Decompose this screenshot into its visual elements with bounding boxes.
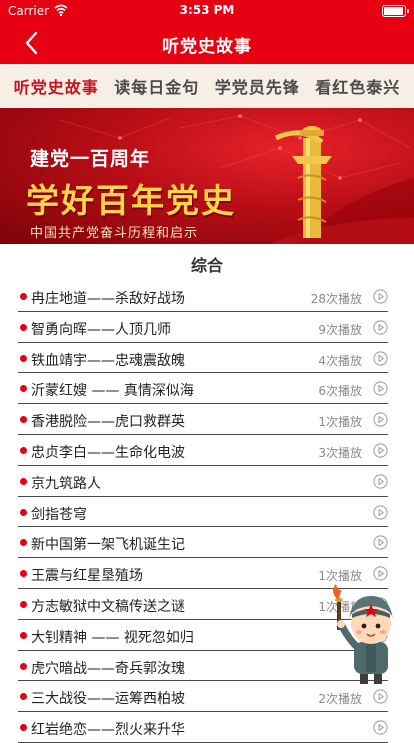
bullet-dot bbox=[20, 570, 27, 578]
play-count: 3次播放 bbox=[318, 445, 362, 460]
banner-caption: 中国共产党奋斗历程和启示 bbox=[30, 226, 199, 241]
category-tabs: 听党史故事 读每日金句 学党员先锋 看红色泰兴 bbox=[0, 64, 414, 108]
bullet-dot bbox=[20, 508, 27, 516]
tab-pioneers[interactable]: 学党员先锋 bbox=[213, 64, 302, 108]
play-circle-icon[interactable] bbox=[373, 566, 388, 581]
play-count: 28次播放 bbox=[310, 292, 362, 306]
play-count: 9次播放 bbox=[318, 322, 362, 337]
play-circle-icon[interactable] bbox=[373, 350, 388, 366]
play-circle-icon[interactable] bbox=[373, 689, 388, 704]
story-title: 沂蒙红嫂 —— 真情深似海 bbox=[31, 383, 194, 400]
story-title: 虎穴暗战——奇兵郭汝瑰 bbox=[31, 660, 185, 677]
play-circle-icon[interactable] bbox=[373, 504, 388, 520]
tab-daily-quotes[interactable]: 读每日金句 bbox=[112, 64, 201, 108]
bullet-dot bbox=[20, 446, 27, 454]
story-title: 京九筑路人 bbox=[31, 475, 101, 492]
tab-listen-history[interactable]: 听党史故事 bbox=[12, 64, 101, 108]
story-row[interactable]: 剑指苍穹 bbox=[18, 497, 388, 528]
story-row[interactable]: 新中国第一架飞机诞生记 bbox=[18, 527, 388, 559]
promo-banner[interactable]: 建党一百周年 学好百年党史 中国共产党奋斗历程和启示 bbox=[0, 108, 414, 244]
bullet-dot bbox=[20, 354, 27, 362]
story-row[interactable]: 香港脱险——虎口救群英 1次播放 bbox=[18, 404, 388, 435]
story-title: 王震与红星垦殖场 bbox=[31, 568, 143, 585]
story-row[interactable]: 忠贞李白——生命化电波 3次播放 bbox=[18, 435, 388, 466]
battery-icon bbox=[382, 5, 409, 17]
bullet-dot bbox=[20, 724, 27, 732]
banner-subtitle: 建党一百周年 bbox=[30, 148, 151, 170]
bullet-dot bbox=[20, 631, 27, 639]
story-title: 智勇向晖——人顶几师 bbox=[31, 321, 171, 338]
banner-headline: 学好百年党史 bbox=[26, 181, 236, 220]
bullet-dot bbox=[20, 323, 27, 331]
bullet-dot bbox=[20, 600, 27, 608]
status-time: 3:53 PM bbox=[179, 3, 235, 17]
story-title: 大钊精神 —— 视死忽如归 bbox=[31, 629, 194, 646]
section-title: 综合 bbox=[190, 256, 223, 275]
play-circle-icon[interactable] bbox=[373, 289, 388, 304]
story-row[interactable]: 冉庄地道——杀敌好战场 28次播放 bbox=[18, 281, 388, 312]
story-title: 香港脱险——虎口救群英 bbox=[31, 414, 185, 431]
battery-fill bbox=[384, 7, 403, 15]
story-title: 忠贞李白——生命化电波 bbox=[31, 444, 185, 461]
story-title: 铁血靖宇——忠魂震敌魄 bbox=[31, 352, 185, 369]
story-title: 新中国第一架飞机诞生记 bbox=[31, 537, 185, 554]
play-circle-icon[interactable] bbox=[373, 320, 388, 335]
nav-bar: 听党史故事 bbox=[0, 22, 414, 64]
bullet-dot bbox=[20, 539, 27, 547]
play-circle-icon[interactable] bbox=[373, 720, 388, 735]
story-title: 红岩绝恋——烈火来升华 bbox=[31, 722, 185, 739]
story-row[interactable]: 沂蒙红嫂 —— 真情深似海 6次播放 bbox=[18, 373, 388, 405]
story-title: 三大战役——运筹西柏坡 bbox=[31, 691, 185, 708]
bullet-dot bbox=[20, 662, 27, 670]
story-title: 剑指苍穹 bbox=[31, 506, 87, 523]
story-row[interactable]: 铁血靖宇——忠魂震敌魄 4次播放 bbox=[18, 343, 388, 374]
play-count: 2次播放 bbox=[318, 692, 362, 707]
status-bar: Carrier 3:53 PM bbox=[0, 0, 414, 22]
bullet-dot bbox=[20, 293, 27, 300]
bullet-dot bbox=[20, 693, 27, 701]
play-circle-icon[interactable] bbox=[373, 381, 388, 396]
page-title: 听党史故事 bbox=[162, 37, 252, 57]
story-row[interactable]: 红岩绝恋——烈火来升华 bbox=[18, 712, 388, 743]
play-circle-icon[interactable] bbox=[373, 443, 388, 458]
bullet-dot bbox=[20, 385, 27, 393]
huabiao-pillar-icon bbox=[274, 126, 332, 238]
bullet-dot bbox=[20, 477, 27, 485]
play-count: 6次播放 bbox=[318, 384, 362, 399]
story-row[interactable]: 智勇向晖——人顶几师 9次播放 bbox=[18, 312, 388, 343]
story-row[interactable]: 京九筑路人 bbox=[18, 466, 388, 497]
tab-red-taixing[interactable]: 看红色泰兴 bbox=[313, 64, 402, 108]
play-circle-icon[interactable] bbox=[373, 412, 388, 427]
bullet-dot bbox=[20, 416, 27, 424]
play-count: 4次播放 bbox=[318, 353, 362, 368]
story-title: 冉庄地道——杀敌好战场 bbox=[31, 291, 185, 307]
story-title: 方志敏狱中文稿传送之谜 bbox=[31, 598, 185, 615]
play-circle-icon[interactable] bbox=[373, 535, 388, 550]
red-army-mascot-icon bbox=[333, 584, 393, 684]
play-count: 1次播放 bbox=[318, 415, 362, 430]
play-circle-icon[interactable] bbox=[373, 474, 388, 489]
